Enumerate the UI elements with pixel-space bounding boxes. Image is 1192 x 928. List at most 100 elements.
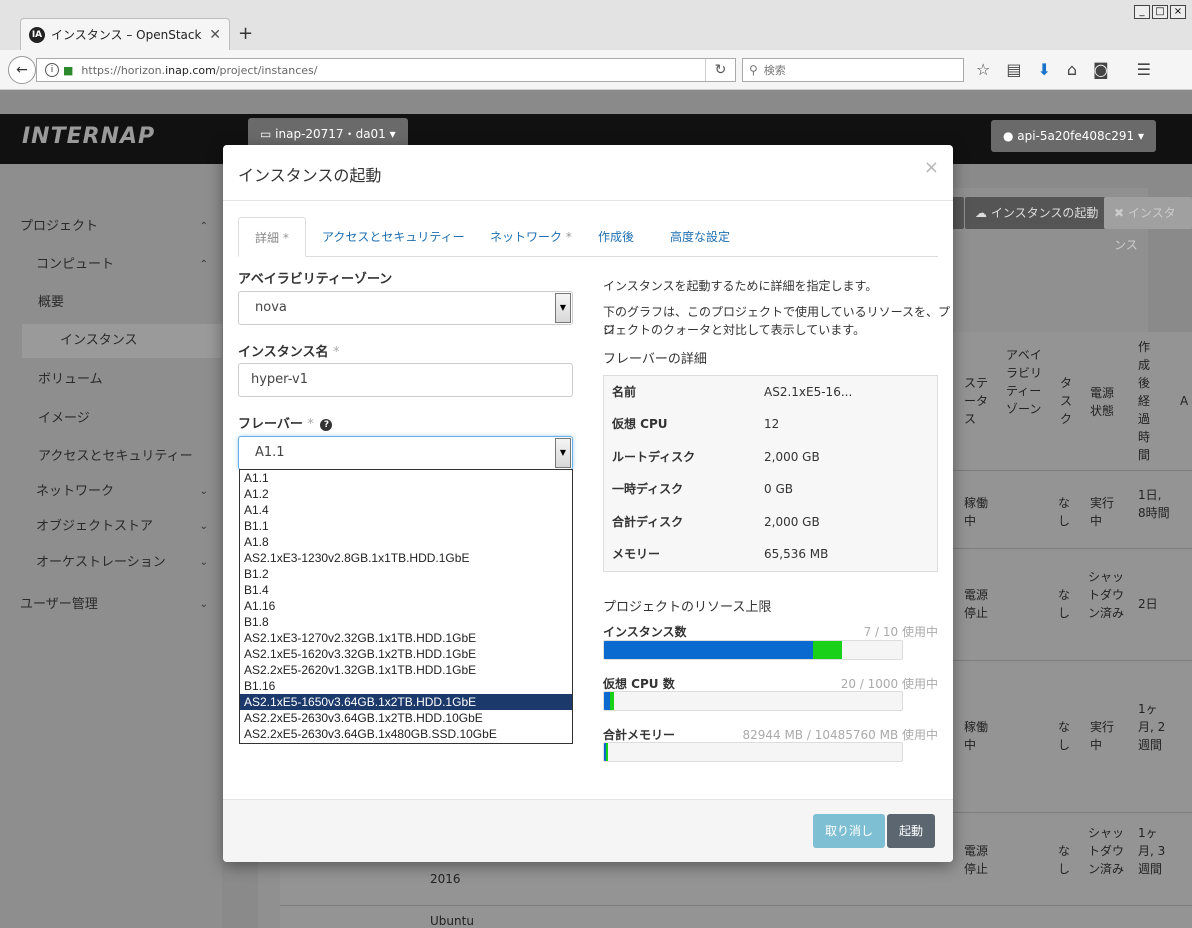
user-selector[interactable]: ● api-5a20fe408c291 ▾ [990, 120, 1156, 152]
az-value: nova [255, 300, 287, 315]
address-bar[interactable]: i ■ https://horizon.inap.com/project/ins… [36, 58, 736, 82]
tab-title: インスタンス – OpenStack Dash [51, 28, 205, 42]
help-icon[interactable]: ? [320, 418, 333, 431]
bookmark-star-icon[interactable]: ☆ [976, 60, 990, 79]
quota-added-fill [609, 692, 614, 710]
flavor-option[interactable]: A1.1 [240, 470, 572, 486]
user-icon: ● [1002, 129, 1018, 143]
flavor-select[interactable]: A1.1 ▼ [238, 436, 573, 470]
flavor-option[interactable]: B1.1 [240, 518, 572, 534]
row-age: 1日, 8時間 [1138, 488, 1170, 520]
sidebar-item-overview[interactable]: 概要 [0, 286, 222, 320]
chevron-down-icon: ⌄ [199, 486, 208, 497]
lock-icon[interactable]: ■ [63, 64, 73, 77]
quota-memory-label: 合計メモリー [603, 728, 676, 742]
sidebar-item-compute[interactable]: コンピュート ⌃ [0, 248, 222, 282]
flavor-option[interactable]: B1.8 [240, 614, 572, 630]
quota-instances-bar [603, 640, 903, 660]
browser-tab[interactable]: IA インスタンス – OpenStack Dash ✕ [20, 18, 230, 50]
cancel-button[interactable]: 取り消し [813, 814, 886, 848]
back-arrow-icon[interactable]: ← [8, 56, 36, 84]
tab-details[interactable]: 詳細 * [238, 217, 306, 257]
instance-name-label: インスタンス名 * [238, 345, 340, 360]
tab-access-security[interactable]: アクセスとセキュリティー [306, 217, 481, 257]
th-power-state[interactable]: 電源状態 [1090, 384, 1120, 420]
row-age: 1ヶ月, 3週間 [1138, 826, 1166, 876]
instance-name-input[interactable]: hyper-v1 [238, 363, 573, 397]
quota-memory-value: 82944 MB / 10485760 MB 使用中 [742, 728, 938, 742]
dropdown-arrow-icon[interactable]: ▼ [555, 293, 571, 323]
tab-advanced[interactable]: 高度な設定 [654, 217, 746, 257]
flavor-value: A1.1 [255, 445, 285, 460]
internap-logo: INTERNAP [22, 124, 156, 149]
flavor-details-title: フレーバーの詳細 [603, 352, 707, 367]
th-extra[interactable]: A [1180, 392, 1190, 410]
sidebar-item-network[interactable]: ネットワーク ⌄ [0, 475, 222, 509]
availability-zone-label: アベイラビリティーゾーン [238, 272, 393, 287]
reading-list-icon[interactable]: ▤ [1006, 60, 1021, 79]
th-status[interactable]: ステータス [964, 374, 994, 428]
th-task[interactable]: タスク [1060, 374, 1074, 428]
flavor-option[interactable]: AS2.2xE5-2620v1.32GB.1x1TB.HDD.1GbE [240, 662, 572, 678]
row-power: シャットダウン済み [1088, 570, 1125, 620]
sidebar-item-orchestration[interactable]: オーケストレーション ⌄ [0, 546, 222, 580]
sidebar-item-access-security[interactable]: アクセスとセキュリティー [0, 440, 222, 474]
pocket-icon[interactable]: ◙ [1093, 60, 1109, 79]
flavor-option[interactable]: AS2.2xE5-2630v3.64GB.1x2TB.HDD.10GbE [240, 710, 572, 726]
sidebar-item-user-management[interactable]: ユーザー管理 ⌄ [0, 588, 222, 622]
flavor-option[interactable]: AS2.1xE5-1650v3.64GB.1x2TB.HDD.1GbE [240, 694, 572, 710]
tab-post-creation[interactable]: 作成後 [582, 217, 650, 257]
download-icon[interactable]: ⬇ [1037, 60, 1050, 79]
quota-vcpu-value: 20 / 1000 使用中 [840, 677, 938, 691]
maximize-button[interactable]: □ [1152, 5, 1168, 19]
sidebar-item-images[interactable]: イメージ [0, 402, 222, 436]
flavor-option[interactable]: A1.16 [240, 598, 572, 614]
quota-used-fill [604, 641, 813, 659]
table-row: 仮想 CPU 12 [612, 417, 780, 431]
close-window-button[interactable]: × [1170, 5, 1186, 19]
modal-footer: 取り消し 起動 [223, 799, 953, 862]
modal-header: インスタンスの起動 × [223, 145, 953, 201]
flavor-option[interactable]: A1.2 [240, 486, 572, 502]
row-power: 実行中 [1090, 720, 1115, 752]
flavor-option[interactable]: B1.16 [240, 678, 572, 694]
dropdown-arrow-icon[interactable]: ▼ [555, 438, 571, 468]
hamburger-menu-icon[interactable]: ☰ [1137, 60, 1151, 79]
info-icon[interactable]: i [45, 63, 59, 77]
chevron-up-icon: ⌃ [199, 221, 208, 232]
flavor-option[interactable]: A1.8 [240, 534, 572, 550]
flavor-option[interactable]: AS2.1xE5-1620v3.32GB.1x2TB.HDD.1GbE [240, 646, 572, 662]
flavor-option[interactable]: B1.2 [240, 566, 572, 582]
tab-networking[interactable]: ネットワーク * [474, 217, 588, 257]
launch-button[interactable]: 起動 [887, 814, 936, 848]
flavor-option[interactable]: AS2.1xE3-1270v2.32GB.1x1TB.HDD.1GbE [240, 630, 572, 646]
launch-instance-modal: インスタンスの起動 × 詳細 * アクセスとセキュリティー ネットワーク * 作… [223, 145, 953, 862]
reload-icon[interactable]: ↻ [705, 59, 735, 81]
row-status: 電源停止 [964, 588, 989, 620]
flavor-option[interactable]: AS2.1xE3-1230v2.8GB.1x1TB.HDD.1GbE [240, 550, 572, 566]
sidebar-item-object-store[interactable]: オブジェクトストア ⌄ [0, 510, 222, 544]
cloud-upload-icon: ☁ [975, 206, 991, 220]
flavor-option[interactable]: A1.4 [240, 502, 572, 518]
sidebar-item-project[interactable]: プロジェクト ⌃ [0, 210, 222, 244]
th-availability-zone[interactable]: アベイラビリティーゾーン [1006, 346, 1046, 418]
bg-launch-instance-button[interactable]: ☁ インスタンスの起動 [965, 197, 1109, 229]
minimize-button[interactable]: _ [1134, 5, 1150, 19]
flavor-option[interactable]: AS2.2xE5-2630v3.64GB.1x480GB.SSD.10GbE [240, 726, 572, 742]
sidebar-item-instances[interactable]: インスタンス [22, 324, 222, 358]
row-status: 稼働中 [964, 496, 989, 528]
search-input[interactable]: ⚲ 検索 [742, 58, 964, 82]
home-icon[interactable]: ⌂ [1067, 60, 1077, 79]
row-power: シャットダウン済み [1088, 826, 1125, 876]
flavor-option[interactable]: B1.4 [240, 582, 572, 598]
sidebar-item-volumes[interactable]: ボリューム [0, 363, 222, 397]
close-tab-icon[interactable]: ✕ [209, 27, 221, 43]
availability-zone-select[interactable]: nova ▼ [238, 291, 573, 325]
th-age[interactable]: 作成後経過時間 [1138, 338, 1152, 464]
bg-delete-instances-button[interactable]: ✖ インスタンス [1104, 197, 1192, 252]
row-age: 1ヶ月, 2週間 [1138, 702, 1166, 752]
openstack-favicon-icon: IA [29, 26, 45, 43]
flavor-dropdown-list: A1.1 A1.2 A1.4 B1.1 A1.8 AS2.1xE3-1230v2.8GB.… [239, 469, 573, 744]
close-icon[interactable]: × [924, 157, 939, 178]
new-tab-icon[interactable]: + [238, 23, 253, 44]
